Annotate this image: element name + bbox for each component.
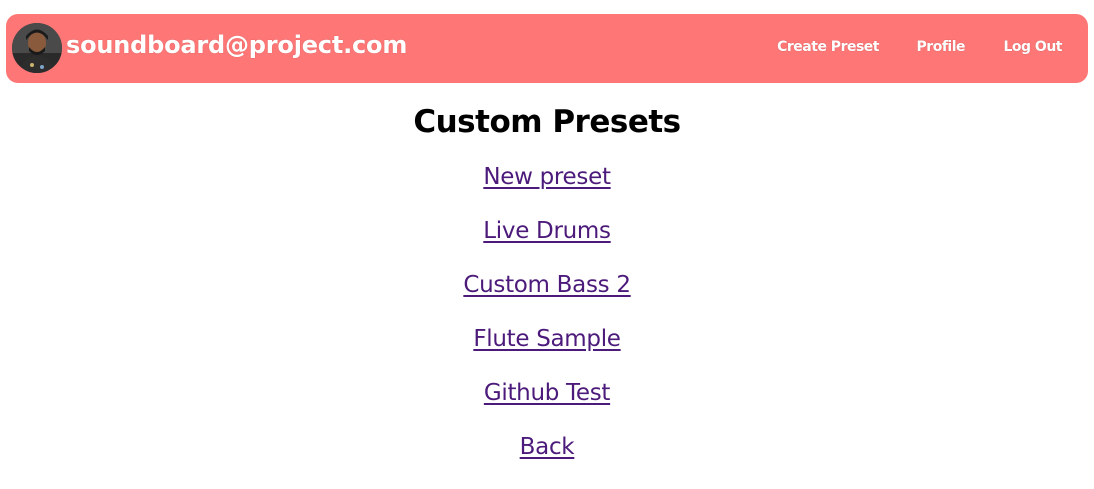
user-email: soundboard@project.com [66, 31, 408, 59]
list-item: Back [0, 434, 1094, 488]
preset-link-custom-bass-2[interactable]: Custom Bass 2 [463, 272, 631, 298]
page-title: Custom Presets [413, 104, 681, 140]
preset-link-flute-sample[interactable]: Flute Sample [473, 326, 621, 352]
preset-list: New preset Live Drums Custom Bass 2 Flut… [0, 164, 1094, 488]
back-link[interactable]: Back [520, 434, 575, 460]
user-photo-icon [12, 23, 62, 73]
preset-link-live-drums[interactable]: Live Drums [483, 218, 611, 244]
list-item: Live Drums [0, 218, 1094, 272]
list-item: Github Test [0, 380, 1094, 434]
list-item: Custom Bass 2 [0, 272, 1094, 326]
new-preset-link[interactable]: New preset [483, 164, 611, 190]
list-item: New preset [0, 164, 1094, 218]
nav-profile-link[interactable]: Profile [917, 39, 966, 55]
avatar[interactable] [12, 23, 62, 73]
preset-link-github-test[interactable]: Github Test [484, 380, 611, 406]
nav-logout-link[interactable]: Log Out [1004, 39, 1063, 55]
list-item: Flute Sample [0, 326, 1094, 380]
top-navbar: soundboard@project.com Create Preset Pro… [6, 14, 1088, 83]
nav-create-preset-link[interactable]: Create Preset [777, 39, 879, 55]
